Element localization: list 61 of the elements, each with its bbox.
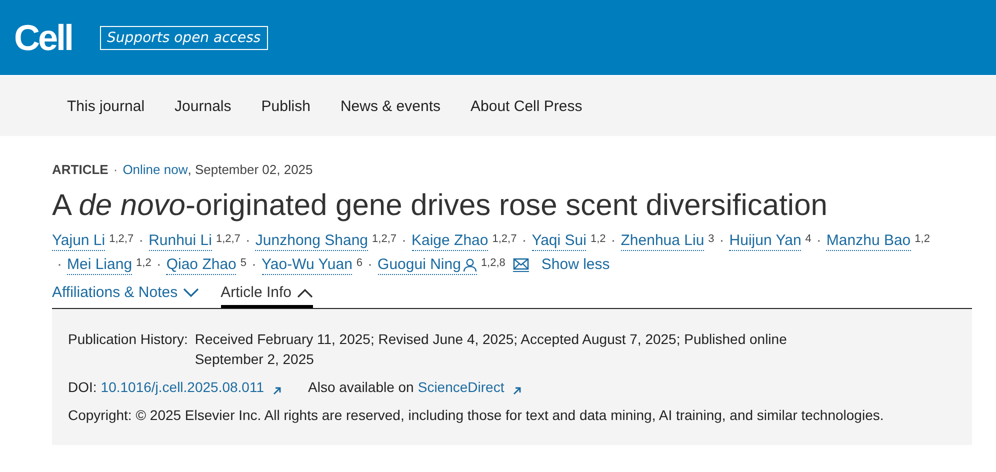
author-link[interactable]: Manzhu Bao (826, 232, 911, 251)
separator-dot: · (156, 255, 162, 275)
affiliation-numbers: 1,2 (136, 258, 152, 269)
affiliation-numbers: 1,2,7 (492, 234, 517, 245)
author-link[interactable]: Kaige Zhao (412, 232, 488, 251)
nav-link[interactable]: News & events (340, 98, 440, 114)
affiliation-numbers: 1,2,7 (109, 234, 134, 245)
author-link[interactable]: Yaqi Sui (532, 232, 586, 251)
journal-logo[interactable]: Cell (14, 20, 72, 56)
history-label: Publication History: (68, 330, 188, 349)
email-icon[interactable] (513, 258, 530, 272)
nav-link[interactable]: Journals (174, 98, 232, 114)
nav-link[interactable]: Publish (261, 98, 310, 114)
affiliation-numbers: 3 (708, 234, 714, 245)
article-title: A de novo-originated gene drives rose scent diversification (52, 188, 828, 224)
online-status-link[interactable]: Online now (122, 162, 188, 177)
affiliation-numbers: 1,2,8 (480, 258, 506, 269)
affiliation-numbers: 4 (805, 234, 812, 245)
affiliation-numbers: 6 (356, 258, 363, 269)
author-link[interactable]: Huijun Yan (729, 232, 802, 251)
separator-dot: · (252, 255, 257, 275)
chevron-down-icon (182, 288, 199, 298)
separator-dot: · (113, 162, 118, 177)
separator-dot: · (368, 255, 373, 275)
chevron-up-icon (296, 288, 312, 298)
author-link[interactable]: Qiao Zhao (166, 256, 236, 275)
separator-dot: · (719, 231, 724, 251)
affiliation-numbers: 1,2 (914, 234, 930, 245)
author-link[interactable]: Guogui Ning (378, 256, 477, 275)
history-text: Received February 11, 2025; Revised June 4, 2025; Accepted August 7, 2025; Published online September 2, 2025 (194, 330, 788, 369)
publication-date: , September 02, 2025 (188, 162, 313, 177)
doi-link[interactable]: 10.1016/j.cell.2025.08.011 (100, 379, 264, 395)
author-link[interactable]: Junzhong Shang (255, 232, 368, 251)
copyright-text: Copyright: © 2025 Elsevier Inc. All rights are reserved, including those for text and data mining, AI training, and similar technologies. (68, 406, 885, 425)
show-less-link[interactable]: Show less (541, 253, 610, 277)
article-type: ARTICLE (52, 162, 108, 177)
nav-link[interactable]: About Cell Press (470, 98, 582, 114)
tab[interactable]: Affiliations & Notes (52, 284, 199, 308)
author-link[interactable]: Mei Liang (67, 256, 132, 275)
open-access-badge: Supports open access (100, 26, 268, 50)
separator-dot: · (402, 231, 406, 251)
external-link-icon (272, 385, 282, 395)
separator-dot: · (57, 255, 62, 275)
affiliation-numbers: 1,2,7 (372, 234, 396, 245)
external-link-icon (512, 385, 522, 395)
separator-dot: · (522, 231, 527, 251)
also-available-text: Also available on (308, 379, 414, 395)
author-link[interactable]: Runhui Li (148, 232, 212, 251)
affiliation-numbers: 5 (240, 258, 247, 269)
separator-dot: · (138, 231, 144, 251)
separator-dot: · (816, 231, 822, 251)
separator-dot: · (245, 231, 250, 251)
affiliation-numbers: 1,2 (590, 234, 606, 245)
doi-label: DOI: (68, 379, 97, 395)
affiliation-numbers: 1,2,7 (216, 234, 240, 245)
author-link[interactable]: Yao-Wu Yuan (262, 256, 352, 275)
nav-link[interactable]: This journal (67, 98, 145, 114)
separator-dot: · (610, 231, 616, 251)
sciencedirect-link[interactable]: ScienceDirect (418, 379, 504, 395)
author-link[interactable]: Yajun Li (52, 232, 106, 251)
author-link[interactable]: Zhenhua Liu (620, 232, 704, 251)
